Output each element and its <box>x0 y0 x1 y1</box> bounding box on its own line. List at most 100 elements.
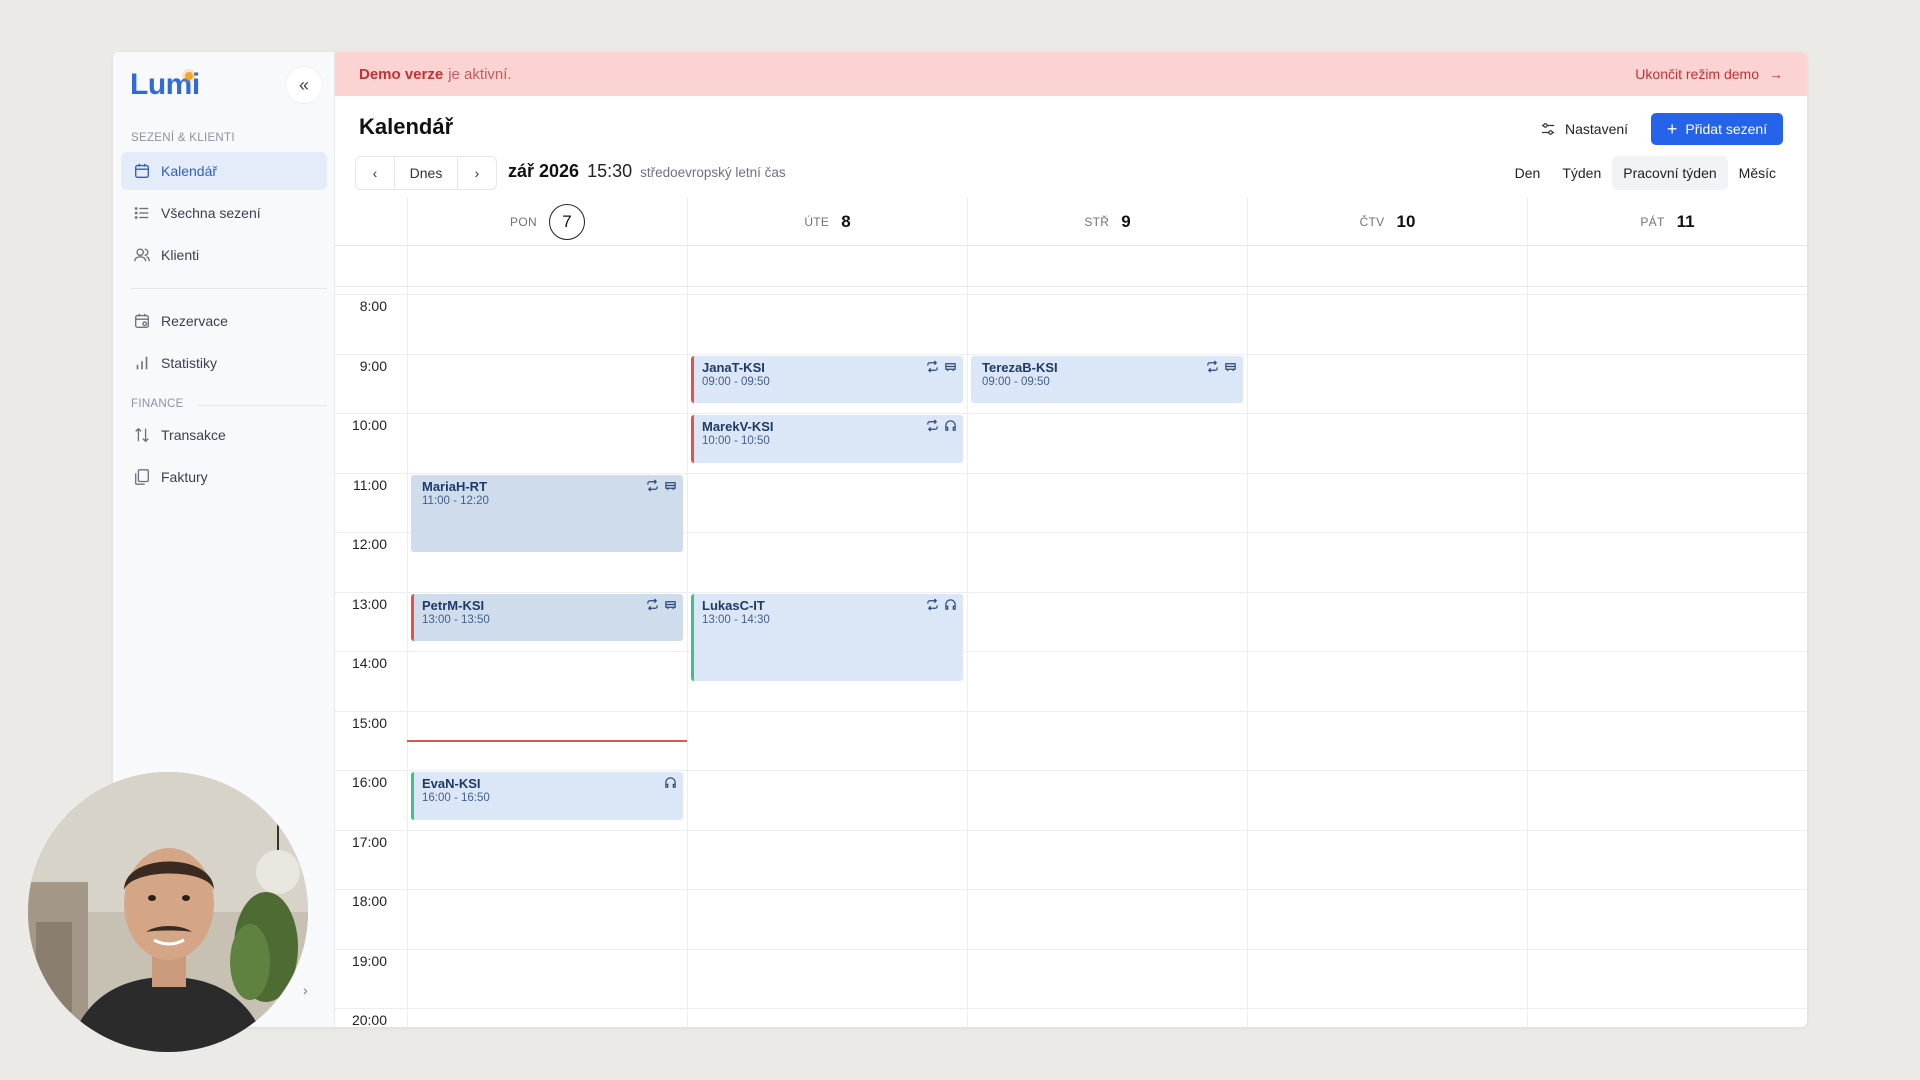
event-icons <box>1206 360 1237 373</box>
event-icons <box>926 419 957 432</box>
hour-line <box>335 710 1807 712</box>
event-title: MariaH-RT <box>422 478 488 494</box>
event-title: JanaT-KSI <box>702 359 765 375</box>
all-day-divider <box>335 286 1807 287</box>
page-title: Kalendář <box>359 114 454 139</box>
event-title: EvaN-KSI <box>422 776 481 791</box>
next-week-button[interactable]: › <box>458 157 496 189</box>
sidebar-item-statistics[interactable]: Statistiky <box>121 344 327 382</box>
event-icons <box>646 479 677 492</box>
view-day[interactable]: Den <box>1504 156 1552 190</box>
hour-label: 19:00 <box>351 952 387 969</box>
hour-label: 8:00 <box>359 298 387 314</box>
prev-week-button[interactable]: ‹ <box>356 157 394 189</box>
calendar-event[interactable]: PetrM-KSI 13:00 - 13:50 <box>411 593 683 642</box>
day-number: 9 <box>1121 211 1131 231</box>
sidebar-item-calendar[interactable]: Kalendář <box>121 152 327 190</box>
calendar-event[interactable]: TerezaB-KSI 09:00 - 09:50 <box>971 355 1243 404</box>
timezone-label: středoevropský letní čas <box>640 165 786 180</box>
day-number: 8 <box>841 211 851 231</box>
event-time: 09:00 - 09:50 <box>982 375 1050 388</box>
hour-label: 16:00 <box>351 774 387 790</box>
arrows-updown-icon <box>135 427 149 443</box>
sidebar-item-label: Kalendář <box>161 163 218 179</box>
hour-line <box>335 353 1807 355</box>
sidebar-item-transactions[interactable]: Transakce <box>121 416 327 454</box>
users-icon <box>134 248 150 262</box>
main-content: Demo verze je aktivní. Ukončit režim dem… <box>335 52 1807 1027</box>
divider <box>131 288 327 289</box>
calendar-event[interactable]: EvaN-KSI 16:00 - 16:50 <box>411 772 683 820</box>
event-time: 16:00 - 16:50 <box>422 792 490 804</box>
list-icon <box>134 207 149 219</box>
day-name: ČTV <box>1359 214 1385 229</box>
double-chevron-left-icon: « <box>298 74 309 95</box>
divider <box>197 405 327 406</box>
event-icons <box>664 776 677 789</box>
sidebar-item-label: Klienti <box>161 247 200 263</box>
today-button[interactable]: Dnes <box>394 157 458 189</box>
repeat-icon <box>647 479 658 491</box>
sidebar-item-label: Statistiky <box>161 355 218 371</box>
sidebar-item-all-sessions[interactable]: Všechna sezení <box>121 194 327 232</box>
day-name: PON <box>510 214 537 229</box>
webcam-overlay <box>28 772 308 1052</box>
view-month[interactable]: Měsíc <box>1728 156 1787 190</box>
add-session-label: Přidat sezení <box>1685 121 1768 137</box>
column-divider <box>1247 246 1248 1027</box>
day-header[interactable]: PON 7 <box>407 198 687 246</box>
hour-line <box>335 591 1807 593</box>
exit-demo-label: Ukončit režim demo <box>1635 66 1759 82</box>
day-name: STŘ <box>1084 214 1110 229</box>
day-header[interactable]: PÁT 11 <box>1527 198 1807 246</box>
sidebar-item-clients[interactable]: Klienti <box>121 236 327 274</box>
in-person-icon <box>665 481 676 490</box>
hour-label: 14:00 <box>351 655 387 671</box>
repeat-icon <box>647 598 658 610</box>
event-title: MarekV-KSI <box>702 419 774 434</box>
calendar-event[interactable]: MarekV-KSI 10:00 - 10:50 <box>691 415 963 463</box>
hour-label: 13:00 <box>351 595 387 612</box>
column-divider <box>407 246 408 1027</box>
hour-label: 9:00 <box>359 357 387 374</box>
expand-sidebar-button[interactable]: › <box>303 982 308 998</box>
repeat-icon <box>1207 360 1218 372</box>
hour-line <box>335 770 1807 771</box>
event-time: 09:00 - 09:50 <box>702 375 770 388</box>
demo-banner-strong: Demo verze <box>359 65 444 83</box>
event-title: TerezaB-KSI <box>982 359 1058 375</box>
sidebar-item-reservations[interactable]: Rezervace <box>121 302 327 340</box>
plus-icon: + <box>1666 119 1678 139</box>
settings-label: Nastavení <box>1565 121 1629 137</box>
calendar-event[interactable]: LukasC-IT 13:00 - 14:30 <box>691 593 963 681</box>
calendar-event[interactable]: MariaH-RT 11:00 - 12:20 <box>411 474 683 552</box>
day-header[interactable]: STŘ 9 <box>967 198 1247 246</box>
day-header[interactable]: ÚTE 8 <box>687 198 967 246</box>
settings-button[interactable]: Nastavení <box>1533 113 1636 145</box>
calendar-check-icon <box>135 313 149 328</box>
current-date: zář 2026 15:30 středoevropský letní čas <box>508 161 786 182</box>
sliders-icon <box>1541 123 1555 135</box>
calendar-grid: PON 7 ÚTE 8 STŘ 9 ČTV 10 PÁT 11 8:00 9:00 10:00 11:00… <box>335 198 1807 1027</box>
collapse-sidebar-button[interactable]: « <box>285 66 323 104</box>
header-gutter <box>335 198 407 246</box>
view-work-week[interactable]: Pracovní týden <box>1612 156 1728 190</box>
view-week[interactable]: Týden <box>1551 156 1612 190</box>
exit-demo-link[interactable]: Ukončit režim demo → <box>1635 66 1783 82</box>
hour-line <box>335 294 1807 295</box>
logo-sun-icon <box>185 72 193 80</box>
add-session-button[interactable]: + Přidat sezení <box>1651 113 1783 145</box>
calendar-event[interactable]: JanaT-KSI 09:00 - 09:50 <box>691 355 963 404</box>
hour-label: 20:00 <box>351 1012 387 1027</box>
in-person-icon <box>1225 362 1236 371</box>
calendar-icon <box>135 163 149 178</box>
hour-line <box>335 1008 1807 1009</box>
presenter-photo <box>28 772 308 1052</box>
hour-label: 11:00 <box>353 476 387 493</box>
in-person-icon <box>665 600 676 609</box>
demo-banner-text: je aktivní. <box>448 65 512 83</box>
sidebar-item-label: Transakce <box>161 427 226 443</box>
headset-icon <box>665 777 676 788</box>
day-header[interactable]: ČTV 10 <box>1247 198 1527 246</box>
sidebar-item-invoices[interactable]: Faktury <box>121 458 327 496</box>
